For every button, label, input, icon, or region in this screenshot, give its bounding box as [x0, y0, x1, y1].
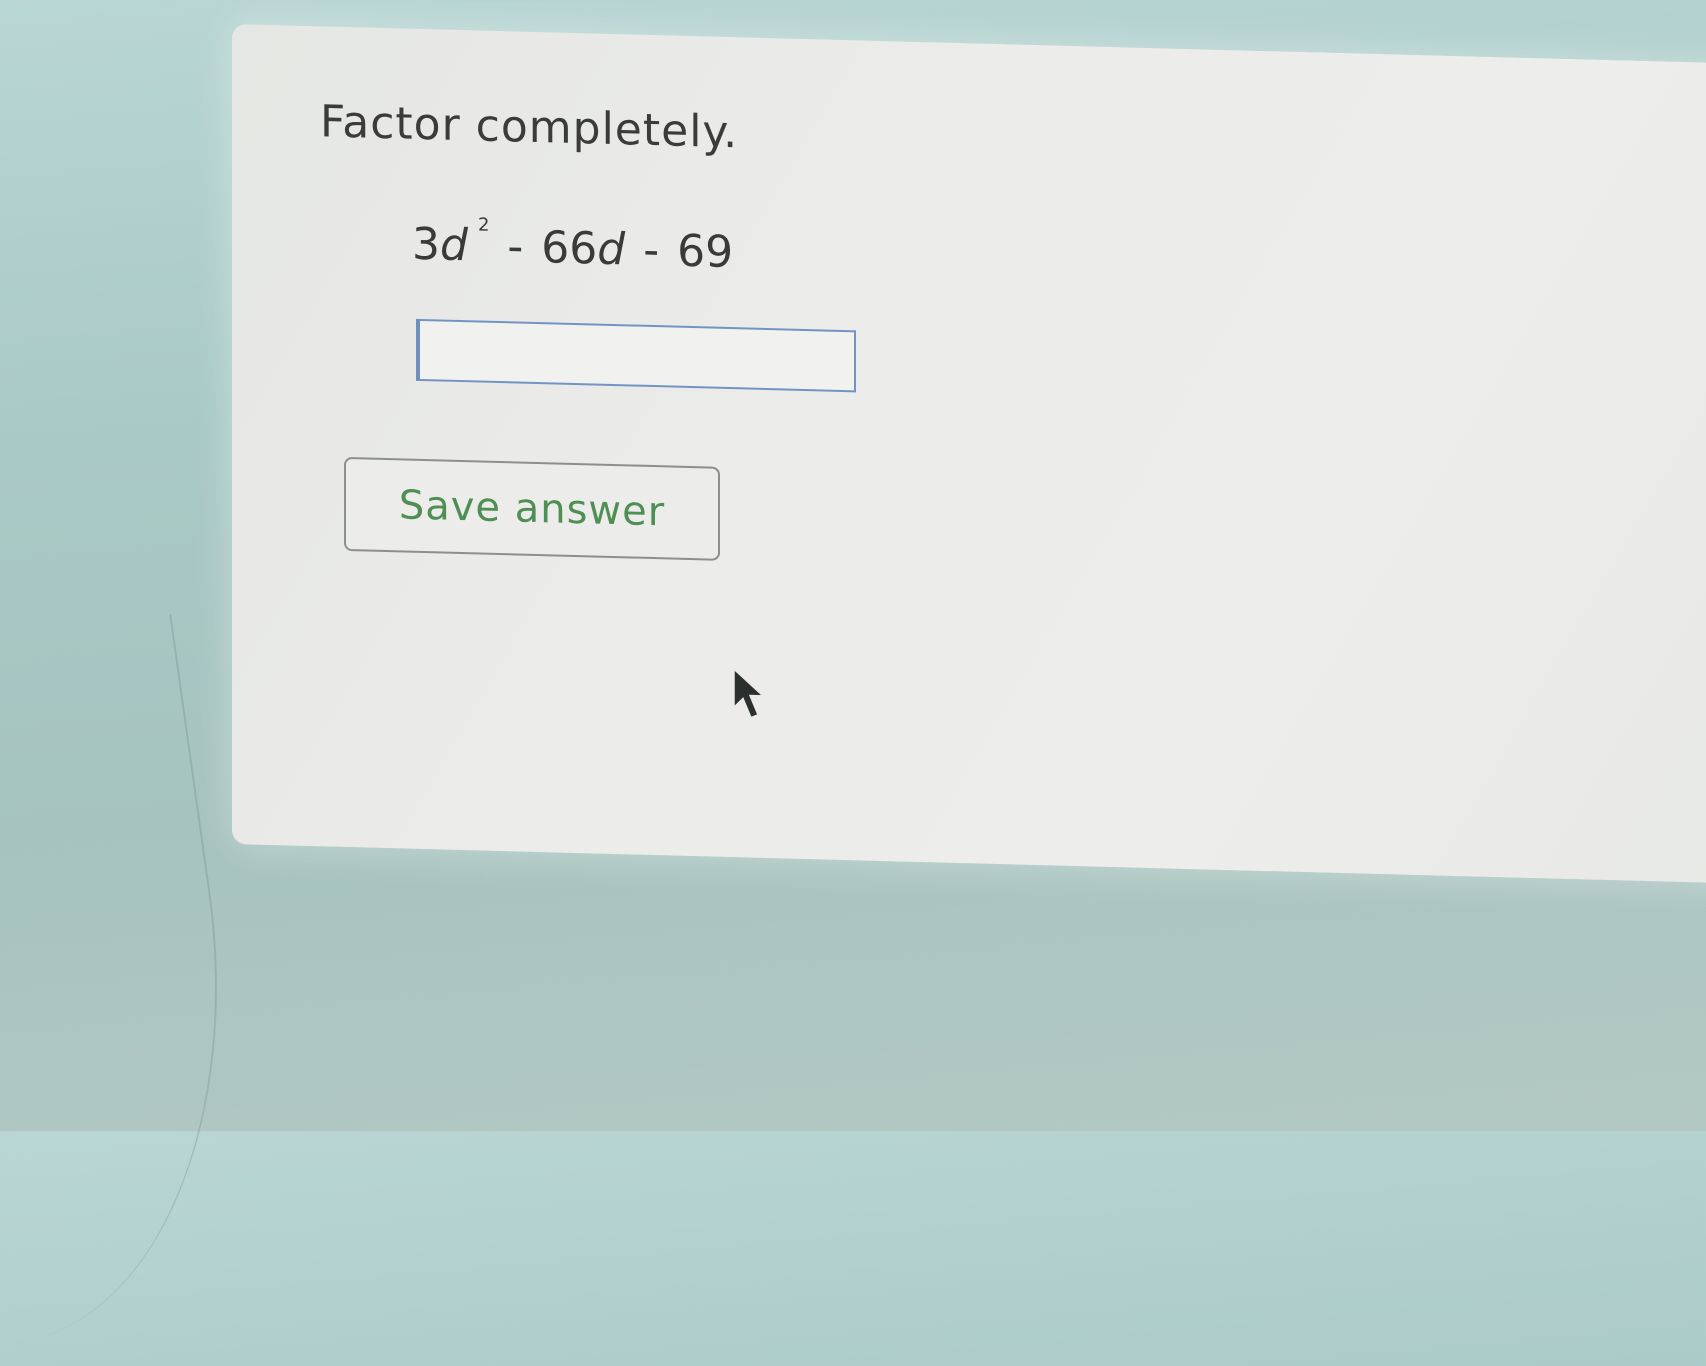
coefficient-term-1: 3 — [412, 218, 440, 271]
operator-minus-2: - — [643, 224, 660, 277]
coefficient-term-2: 66 — [541, 222, 598, 275]
question-prompt: Factor completely. — [320, 96, 739, 159]
answer-input[interactable] — [416, 318, 856, 393]
question-card: Factor completely. 3d2 - 66 d - 69 Save a… — [232, 24, 1706, 885]
constant-term: 69 — [677, 225, 734, 279]
polynomial-expression: 3d2 - 66 d - 69 — [412, 214, 734, 279]
variable-term-1: d — [440, 219, 468, 272]
operator-minus-1: - — [507, 221, 524, 273]
save-answer-button[interactable]: Save answer — [344, 456, 720, 561]
mouse-pointer-icon — [733, 667, 765, 719]
variable-term-2: d — [597, 223, 626, 276]
exponent: 2 — [477, 214, 490, 236]
monitor-bezel-edge — [0, 614, 269, 1366]
